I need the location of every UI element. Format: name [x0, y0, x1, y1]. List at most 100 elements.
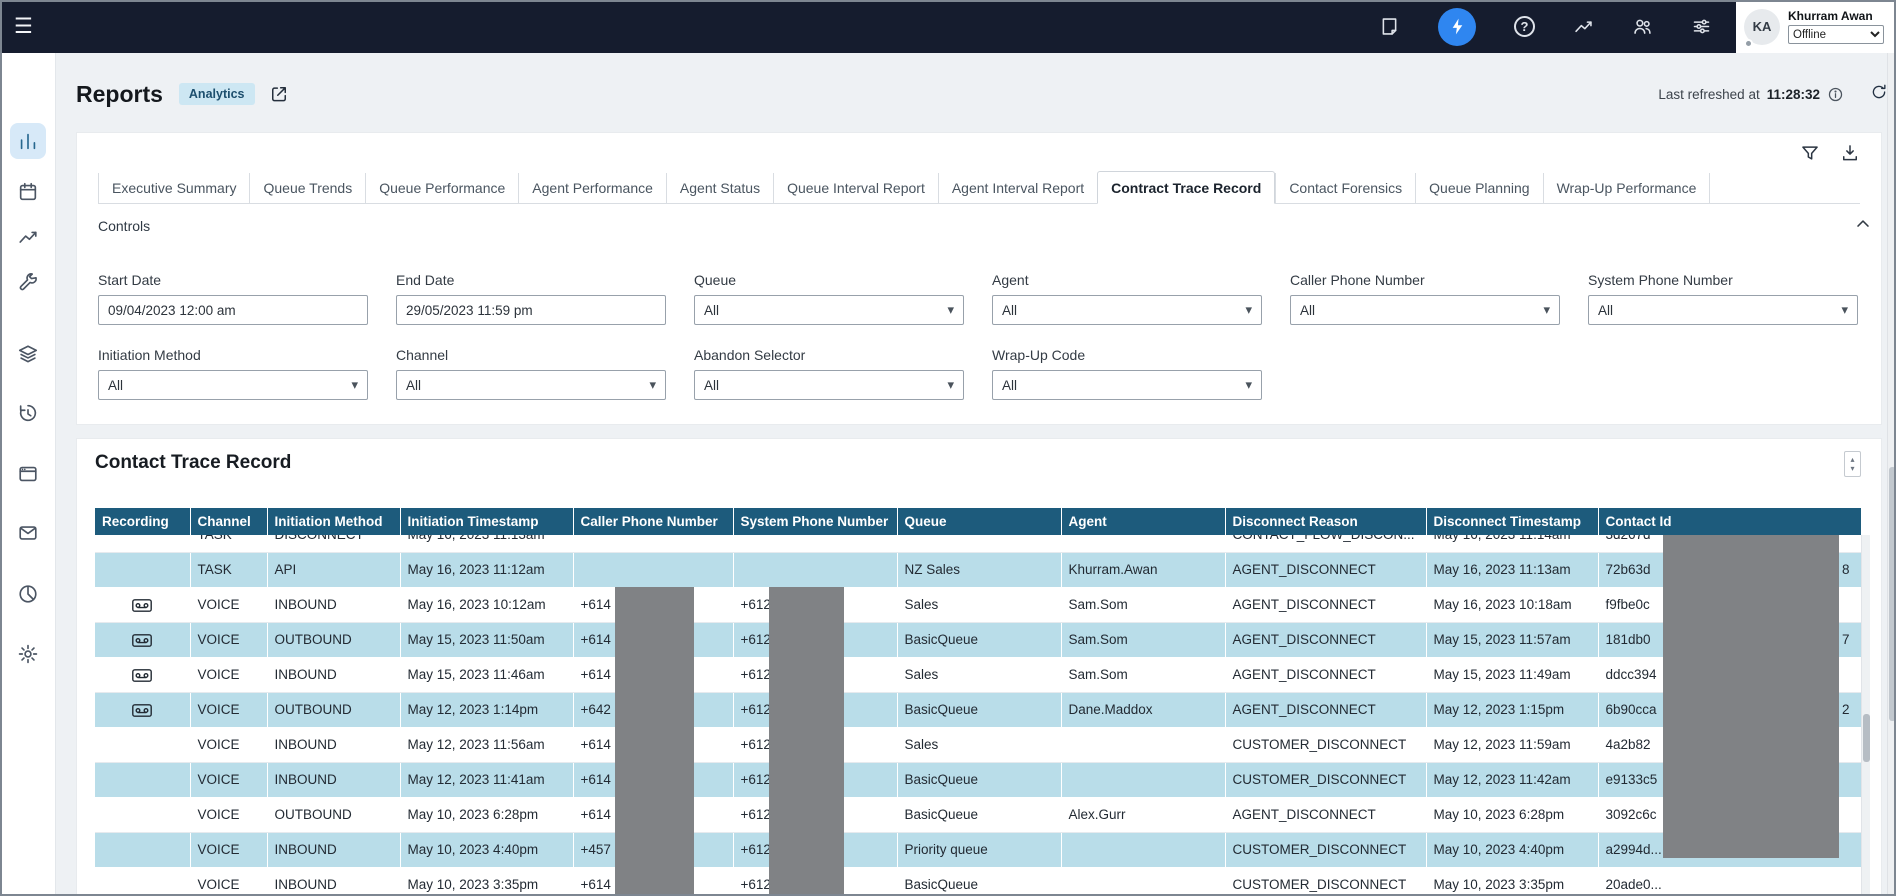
- filter-field: Abandon Selector All ▾: [694, 347, 964, 400]
- table-row[interactable]: VOICE INBOUND May 10, 2023 4:40pm +457 +…: [95, 832, 1861, 867]
- lightning-icon[interactable]: [1438, 8, 1476, 46]
- recording-icon[interactable]: [132, 702, 152, 717]
- refresh-icon[interactable]: [1870, 83, 1888, 101]
- report-tab[interactable]: Agent Interval Report: [938, 173, 1097, 203]
- spinner-down-icon[interactable]: ▾: [1850, 464, 1854, 473]
- table-scrollbar[interactable]: [1861, 535, 1870, 896]
- report-tab[interactable]: Agent Status: [666, 173, 773, 203]
- cell-initiation-method: OUTBOUND: [267, 622, 400, 657]
- sidebar-item-history[interactable]: [10, 395, 46, 431]
- user-panel: KA Khurram Awan Offline: [1736, 0, 1896, 53]
- report-tab[interactable]: Contract Trace Record: [1097, 171, 1275, 204]
- last-refreshed-label: Last refreshed at: [1658, 87, 1759, 102]
- recording-icon[interactable]: [132, 667, 152, 682]
- column-header[interactable]: Agent: [1061, 508, 1225, 535]
- dropdown-value: All: [1002, 303, 1017, 318]
- table-row[interactable]: VOICE OUTBOUND May 10, 2023 6:28pm +614 …: [95, 797, 1861, 832]
- filter-dropdown[interactable]: All ▾: [992, 370, 1262, 400]
- sidebar-item-reports[interactable]: [10, 123, 46, 159]
- help-icon[interactable]: ?: [1514, 16, 1535, 37]
- filter-dropdown[interactable]: All ▾: [694, 370, 964, 400]
- hamburger-menu-icon[interactable]: ☰: [14, 16, 33, 37]
- column-header[interactable]: Recording: [95, 508, 190, 535]
- recording-icon[interactable]: [132, 632, 152, 647]
- date-input[interactable]: [98, 295, 368, 325]
- dropdown-value: All: [704, 378, 719, 393]
- report-tab[interactable]: Wrap-Up Performance: [1543, 173, 1711, 203]
- table-row[interactable]: VOICE OUTBOUND May 12, 2023 1:14pm +642 …: [95, 692, 1861, 727]
- report-tab[interactable]: Queue Trends: [249, 173, 365, 203]
- chevron-up-icon[interactable]: [1853, 214, 1873, 234]
- sidebar-item-windows[interactable]: [10, 456, 46, 492]
- cell-disconnect-timestamp: May 10, 2023 3:35pm: [1426, 867, 1598, 896]
- filter-dropdown[interactable]: All ▾: [992, 295, 1262, 325]
- page-header: Reports Analytics Last refreshed at 11:2…: [76, 74, 1882, 114]
- table-row[interactable]: VOICE OUTBOUND May 15, 2023 11:50am +614…: [95, 622, 1861, 657]
- sidebar-item-pie[interactable]: [10, 576, 46, 612]
- page-scrollbar[interactable]: [1887, 53, 1896, 896]
- filter-dropdown[interactable]: All ▾: [396, 370, 666, 400]
- avatar[interactable]: KA: [1744, 9, 1780, 45]
- report-tab[interactable]: Executive Summary: [98, 173, 249, 203]
- cell-initiation-method: OUTBOUND: [267, 692, 400, 727]
- table-row[interactable]: VOICE INBOUND May 10, 2023 3:35pm +614 +…: [95, 867, 1861, 896]
- filter-dropdown[interactable]: All ▾: [1290, 295, 1560, 325]
- people-icon[interactable]: [1632, 16, 1653, 37]
- sidebar-item-settings[interactable]: [10, 636, 46, 672]
- report-tab[interactable]: Queue Performance: [365, 173, 518, 203]
- column-header[interactable]: Channel: [190, 508, 267, 535]
- dropdown-value: All: [406, 378, 421, 393]
- cell-initiation-timestamp: May 15, 2023 11:46am: [400, 657, 573, 692]
- dropdown-value: All: [1598, 303, 1613, 318]
- cell-initiation-timestamp: May 16, 2023 11:12am: [400, 552, 573, 587]
- spinner-up-icon[interactable]: ▴: [1850, 455, 1854, 464]
- sidebar-item-trends[interactable]: [10, 219, 46, 255]
- filter-field: Initiation Method All ▾: [98, 347, 368, 400]
- note-icon[interactable]: [1379, 16, 1400, 37]
- window-icon: [17, 463, 39, 485]
- table-row[interactable]: VOICE INBOUND May 12, 2023 11:41am +614 …: [95, 762, 1861, 797]
- info-icon[interactable]: [1827, 86, 1844, 103]
- table-spinner-control[interactable]: ▴ ▾: [1844, 451, 1861, 477]
- sidebar-item-tools[interactable]: [10, 265, 46, 301]
- sidebar-item-layers[interactable]: [10, 336, 46, 372]
- filter-dropdown[interactable]: All ▾: [98, 370, 368, 400]
- table-row[interactable]: VOICE INBOUND May 12, 2023 11:56am +614 …: [95, 727, 1861, 762]
- report-tab[interactable]: Contact Forensics: [1275, 173, 1415, 203]
- column-header[interactable]: Disconnect Reason: [1225, 508, 1426, 535]
- sliders-icon[interactable]: [1691, 16, 1712, 37]
- sidebar-item-mail[interactable]: [10, 515, 46, 551]
- user-name: Khurram Awan: [1788, 9, 1884, 23]
- report-tab[interactable]: Queue Planning: [1415, 173, 1542, 203]
- table-row[interactable]: TASK DISCONNECT May 16, 2023 11:13am CON…: [95, 535, 1861, 552]
- column-header[interactable]: Initiation Timestamp: [400, 508, 573, 535]
- table-row[interactable]: TASK API May 16, 2023 11:12am NZ Sales K…: [95, 552, 1861, 587]
- report-tab[interactable]: Queue Interval Report: [773, 173, 938, 203]
- cell-queue: BasicQueue: [897, 692, 1061, 727]
- column-header[interactable]: Caller Phone Number: [573, 508, 733, 535]
- column-header[interactable]: Queue: [897, 508, 1061, 535]
- date-input[interactable]: [396, 295, 666, 325]
- filter-icon[interactable]: [1800, 143, 1820, 163]
- presence-select[interactable]: Offline: [1788, 25, 1884, 44]
- column-header[interactable]: Disconnect Timestamp: [1426, 508, 1598, 535]
- chevron-down-icon: ▾: [649, 377, 656, 393]
- column-header[interactable]: Initiation Method: [267, 508, 400, 535]
- column-header[interactable]: System Phone Number: [733, 508, 897, 535]
- cell-disconnect-timestamp: May 10, 2023 4:40pm: [1426, 832, 1598, 867]
- cell-channel: VOICE: [190, 622, 267, 657]
- table-row[interactable]: VOICE INBOUND May 15, 2023 11:46am +614 …: [95, 657, 1861, 692]
- external-link-icon[interactable]: [269, 84, 289, 104]
- filter-dropdown[interactable]: All ▾: [1588, 295, 1858, 325]
- recording-icon[interactable]: [132, 597, 152, 612]
- table-row[interactable]: VOICE INBOUND May 16, 2023 10:12am +614 …: [95, 587, 1861, 622]
- report-tab[interactable]: Agent Performance: [518, 173, 666, 203]
- column-header[interactable]: Contact Id: [1598, 508, 1861, 535]
- sidebar-item-calendar[interactable]: [10, 174, 46, 210]
- filter-dropdown[interactable]: All ▾: [694, 295, 964, 325]
- line-chart-icon[interactable]: [1573, 16, 1594, 37]
- table-scrollbar-thumb[interactable]: [1863, 714, 1870, 762]
- download-icon[interactable]: [1840, 143, 1860, 163]
- page-scrollbar-thumb[interactable]: [1889, 467, 1896, 721]
- report-card: Contact Trace Record ▴ ▾ RecordingChanne…: [76, 438, 1882, 896]
